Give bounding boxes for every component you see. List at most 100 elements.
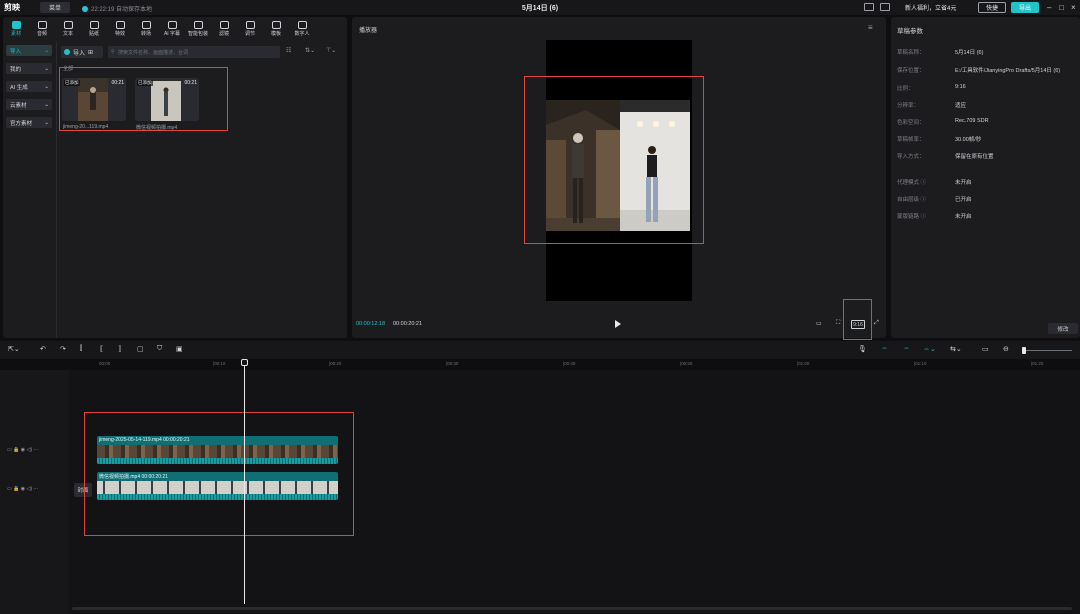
- undo-icon[interactable]: ↶: [40, 345, 46, 353]
- more-icon[interactable]: ⋯: [33, 486, 38, 492]
- player-menu-icon[interactable]: ≡: [868, 23, 873, 32]
- tool-media[interactable]: 素材: [3, 17, 29, 40]
- volume-icon[interactable]: ◁): [27, 486, 33, 492]
- chevron-down-icon: ⌄: [44, 83, 49, 90]
- track-toggle-icon[interactable]: ▭: [7, 486, 12, 492]
- divider: [56, 42, 57, 338]
- track-toggle-icon[interactable]: ▭: [7, 447, 12, 453]
- select-tool-icon[interactable]: ⇱⌄: [8, 345, 20, 353]
- search-placeholder: 搜索文件名称、画面描述、台词: [118, 49, 189, 56]
- menu-button[interactable]: 菜单: [40, 2, 70, 13]
- close-icon[interactable]: ×: [1071, 3, 1076, 12]
- magnet-icon[interactable]: ⇔: [903, 345, 910, 352]
- autosave-text: 22:22:19 自动保存本地: [91, 7, 153, 13]
- tool-transition[interactable]: 转场: [133, 17, 159, 40]
- delete-icon[interactable]: ▢: [137, 345, 144, 353]
- zoom-slider-handle[interactable]: [1022, 347, 1026, 354]
- app-logo: 剪映: [4, 2, 20, 13]
- trim-left-icon[interactable]: ⟦: [100, 345, 103, 353]
- ruler-tick: |01:00: [797, 361, 810, 366]
- timeline-scrollbar[interactable]: [72, 607, 1072, 610]
- filter-icon: [219, 20, 229, 29]
- layout-icon[interactable]: [864, 3, 874, 11]
- export-button[interactable]: 导出: [1011, 2, 1039, 13]
- chevron-down-icon: ⌄: [44, 119, 49, 126]
- side-item-ai-generate[interactable]: AI 生成 ⌄: [6, 81, 52, 92]
- maximize-icon[interactable]: □: [1059, 3, 1064, 12]
- ai-caption-icon: [167, 20, 177, 29]
- media-side-nav: 导入 ⌄ 我的 ⌄ AI 生成 ⌄ 云素材 ⌄ 官方素材 ⌄: [6, 45, 52, 135]
- chevron-down-icon: ⌄: [44, 47, 49, 54]
- media-panel: [3, 17, 347, 338]
- modify-button[interactable]: 修改: [1048, 323, 1078, 334]
- tool-effects[interactable]: 特效: [107, 17, 133, 40]
- feature-toolbar: 素材 音频 文本 贴纸 特效 转场 AI 字幕 智能包装 滤镜 调节 模板 数字…: [3, 17, 347, 40]
- minimize-icon[interactable]: –: [1047, 3, 1051, 12]
- param-row: 自由层级 ⓘ 已开启: [897, 197, 972, 203]
- trim-right-icon[interactable]: ⟧: [118, 345, 121, 353]
- link-icon[interactable]: ⇔: [881, 345, 888, 352]
- filter-dropdown-icon[interactable]: ⊤⌄: [326, 47, 336, 54]
- promo-link[interactable]: 新人福利，立省4元: [905, 3, 956, 12]
- lock-icon[interactable]: 🔒: [13, 447, 19, 453]
- tool-sticker[interactable]: 贴纸: [81, 17, 107, 40]
- sort-icon[interactable]: ⇅⌄: [305, 47, 315, 54]
- zoom-out-icon[interactable]: ⊖: [1003, 345, 1009, 353]
- tool-adjust[interactable]: 调节: [237, 17, 263, 40]
- preview-axis-icon[interactable]: ⇆⌄: [950, 345, 962, 353]
- side-item-mine[interactable]: 我的 ⌄: [6, 63, 52, 74]
- tool-smart-pack[interactable]: 智能包装: [185, 17, 211, 40]
- volume-icon[interactable]: ◁): [27, 447, 33, 453]
- param-row: 色彩空间： Rec.709 SDR: [897, 118, 989, 126]
- side-item-cloud[interactable]: 云素材 ⌄: [6, 99, 52, 110]
- tool-text[interactable]: 文本: [55, 17, 81, 40]
- tool-ai-caption[interactable]: AI 字幕: [159, 17, 185, 40]
- highlight-box-timeline: [84, 412, 354, 536]
- shortcut-button[interactable]: 快捷: [978, 2, 1006, 13]
- smart-pack-icon: [193, 20, 203, 29]
- fullscreen-icon[interactable]: ⤢: [874, 320, 879, 327]
- player-title: 播放器: [359, 28, 378, 34]
- zoom-slider[interactable]: [1024, 350, 1072, 351]
- crop-icon[interactable]: ⛶: [836, 320, 840, 327]
- shield-icon[interactable]: ⛉: [157, 345, 162, 353]
- chevron-down-icon: ⌄: [44, 101, 49, 108]
- play-button[interactable]: [615, 320, 621, 328]
- current-time: 00:00:12:18: [356, 321, 386, 327]
- microphone-icon[interactable]: 🎙: [858, 345, 867, 353]
- chevron-down-icon: ⌄: [44, 65, 49, 72]
- caption-icon[interactable]: ▭: [982, 345, 989, 353]
- param-row: 比例： 9:16: [897, 84, 966, 92]
- side-item-import[interactable]: 导入 ⌄: [6, 45, 52, 56]
- side-item-official[interactable]: 官方素材 ⌄: [6, 117, 52, 128]
- param-row: 草稿名称： 5月14日 (6): [897, 50, 984, 56]
- lock-icon[interactable]: 🔒: [13, 486, 19, 492]
- search-input[interactable]: ⚲ 搜索文件名称、画面描述、台词: [108, 46, 280, 58]
- split-icon[interactable]: ⫿: [80, 345, 82, 353]
- import-button[interactable]: 导入 ⊞: [61, 46, 103, 58]
- view-toggle-icon[interactable]: ☷: [286, 47, 291, 54]
- redo-icon[interactable]: ↷: [60, 345, 66, 353]
- eye-icon[interactable]: ◉: [21, 486, 25, 492]
- panel-layout-icon[interactable]: [880, 3, 890, 11]
- ruler-tick: 00:00: [99, 361, 111, 366]
- ruler-tick: |00:20: [329, 361, 342, 366]
- tool-audio[interactable]: 音频: [29, 17, 55, 40]
- tool-filter[interactable]: 滤镜: [211, 17, 237, 40]
- tool-digital-human[interactable]: 数字人: [289, 17, 315, 40]
- quality-icon[interactable]: ▭: [816, 320, 822, 327]
- param-row: 分辨率： 适应: [897, 103, 967, 109]
- snap-icon[interactable]: ⇔⌄: [923, 345, 936, 353]
- highlight-box-preview: [524, 76, 704, 244]
- cloud-icon: [82, 5, 88, 12]
- template-icon: [271, 20, 281, 29]
- ai-edit-icon[interactable]: ▣: [176, 345, 183, 353]
- project-title: 5月14日 (6): [521, 5, 559, 12]
- playhead-handle[interactable]: [241, 359, 248, 366]
- search-icon: ⚲: [111, 49, 115, 55]
- tool-template[interactable]: 模板: [263, 17, 289, 40]
- playhead[interactable]: [244, 360, 245, 604]
- eye-icon[interactable]: ◉: [21, 447, 25, 453]
- autosave-status: 22:22:19 自动保存本地: [82, 4, 152, 13]
- more-icon[interactable]: ⋯: [33, 447, 38, 453]
